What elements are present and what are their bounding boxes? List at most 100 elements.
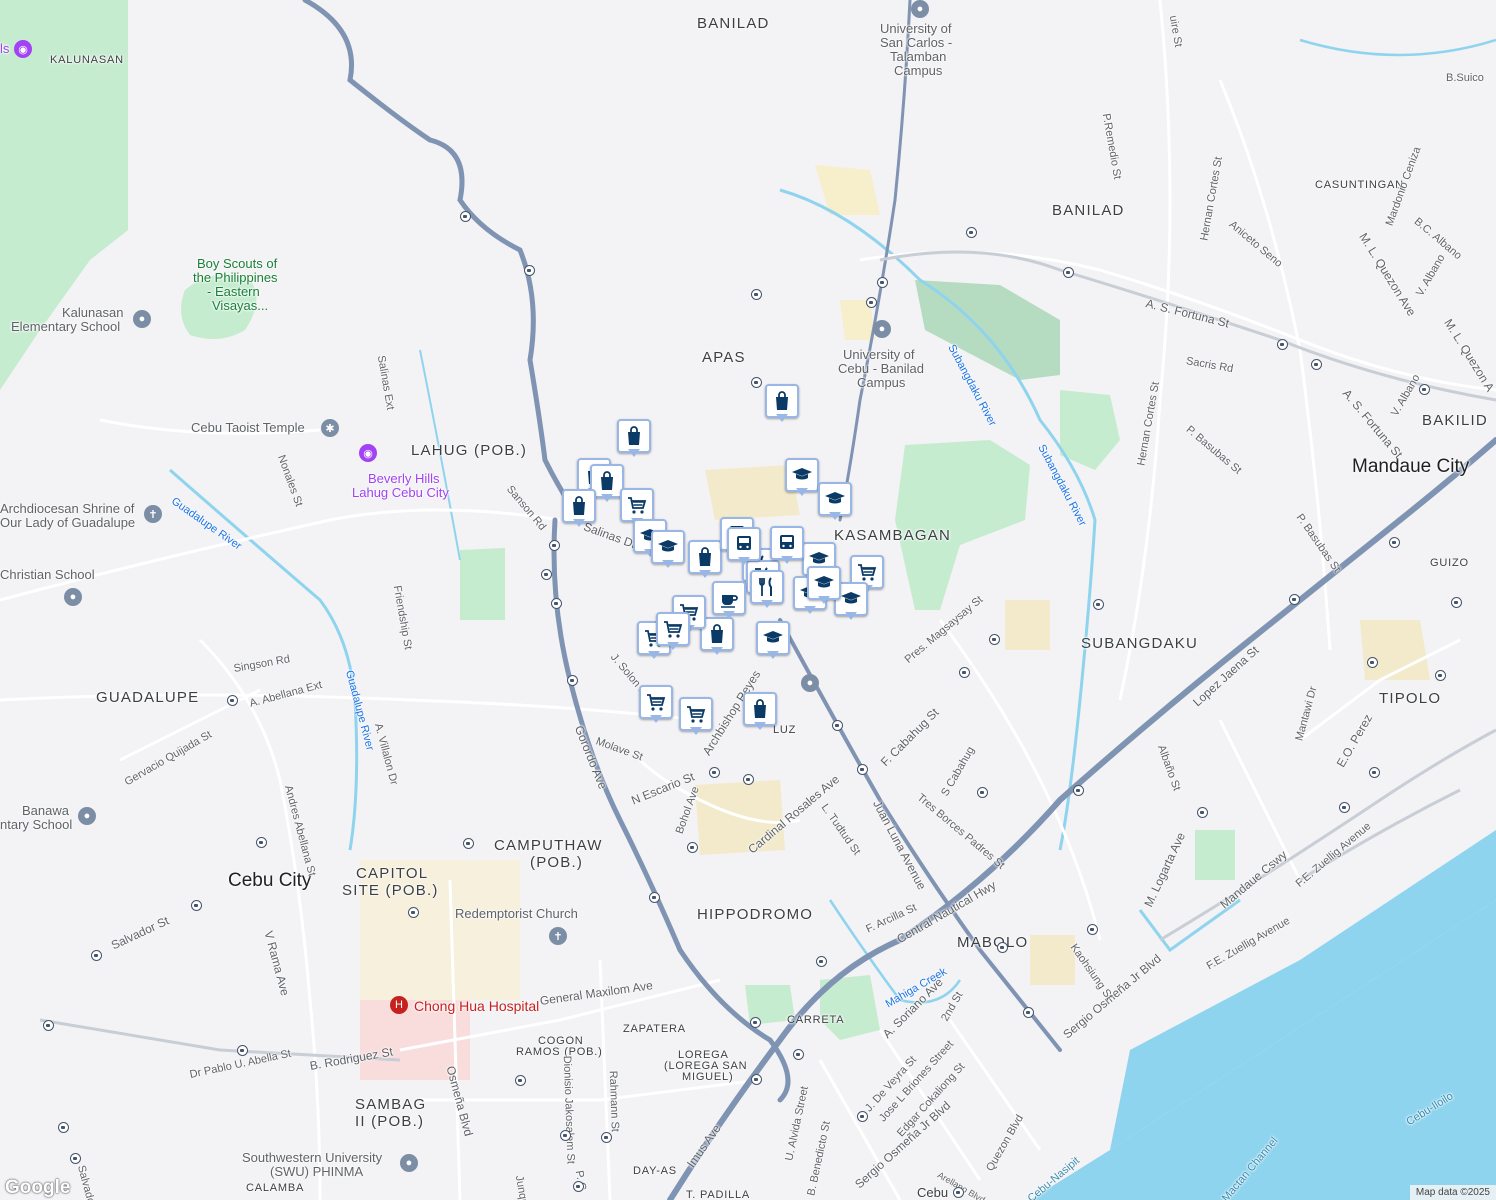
marker-transit[interactable] [770,526,804,566]
marker-school[interactable] [818,482,852,522]
bus-stop-icon[interactable] [408,907,419,918]
marker-shopping[interactable] [562,489,596,529]
poi-label-usc-1[interactable]: University of [880,22,952,36]
bus-stop-icon[interactable] [832,720,843,731]
bus-stop-icon[interactable] [91,950,102,961]
bus-stop-icon[interactable] [649,892,660,903]
bus-stop-icon[interactable] [751,1074,762,1085]
bus-stop-icon[interactable] [997,942,1008,953]
bus-stop-icon[interactable] [1063,267,1074,278]
bus-stop-icon[interactable] [1277,339,1288,350]
bus-stop-icon[interactable] [551,598,562,609]
marker-grocery[interactable] [656,612,690,652]
marker-shopping[interactable] [617,419,651,459]
bus-stop-icon[interactable] [1073,785,1084,796]
bus-stop-icon[interactable] [1339,802,1350,813]
camera-icon[interactable]: ◉ [359,444,377,462]
bus-stop-icon[interactable] [524,265,535,276]
bus-stop-icon[interactable] [460,211,471,222]
bus-stop-icon[interactable] [560,1130,571,1141]
bus-stop-icon[interactable] [959,667,970,678]
bus-stop-icon[interactable] [743,774,754,785]
marker-restaurant[interactable] [750,570,784,610]
bus-stop-icon[interactable] [1093,599,1104,610]
marker-cafe[interactable] [712,581,746,621]
poi-label-shrine-2[interactable]: Our Lady of Guadalupe [0,516,135,530]
poi-label-christian-school[interactable]: Christian School [0,568,95,582]
poi-label-swu-1[interactable]: Southwestern University [242,1151,382,1165]
bus-stop-icon[interactable] [751,377,762,388]
bus-stop-icon[interactable] [866,297,877,308]
bus-stop-icon[interactable] [687,842,698,853]
marker-grocery[interactable] [679,697,713,737]
poi-label-usc-3[interactable]: Talamban [890,50,946,64]
bus-stop-icon[interactable] [709,767,720,778]
marker-shopping[interactable] [743,692,777,732]
bus-stop-icon[interactable] [1369,767,1380,778]
map-attribution[interactable]: Map data ©2025 [1409,1185,1496,1200]
poi-label-boyscouts-1[interactable]: Boy Scouts of [197,257,277,271]
poi-label-uc-1[interactable]: University of [843,348,915,362]
bus-stop-icon[interactable] [977,787,988,798]
marker-shopping[interactable] [765,384,799,424]
bus-stop-icon[interactable] [58,1122,69,1133]
poi-label-swu-2[interactable]: (SWU) PHINMA [270,1165,363,1179]
bus-stop-icon[interactable] [549,540,560,551]
bus-stop-icon[interactable] [463,838,474,849]
marker-grocery[interactable] [639,685,673,725]
school-icon[interactable]: ● [801,674,819,692]
bus-stop-icon[interactable] [237,1045,248,1056]
bus-stop-icon[interactable] [750,1017,761,1028]
poi-label-usc-2[interactable]: San Carlos - [880,36,952,50]
school-icon[interactable]: ● [400,1154,418,1172]
church-icon[interactable]: ✝ [549,927,567,945]
poi-label-kalunasan-es-2[interactable]: Elementary School [11,320,120,334]
bus-stop-icon[interactable] [1023,1007,1034,1018]
bus-stop-icon[interactable] [70,1153,81,1164]
bus-stop-icon[interactable] [953,1187,964,1198]
poi-label-taoist-temple[interactable]: Cebu Taoist Temple [191,421,305,435]
poi-label-ls[interactable]: ls [0,42,9,56]
poi-label-banawa-1[interactable]: Banawa [22,804,69,818]
poi-label-chong-hua[interactable]: Chong Hua Hospital [414,999,539,1014]
poi-label-kalunasan-es-1[interactable]: Kalunasan [62,306,123,320]
bus-stop-icon[interactable] [191,900,202,911]
poi-label-boyscouts-3[interactable]: - Eastern [207,285,260,299]
poi-label-boyscouts-2[interactable]: the Philippines [193,271,278,285]
bus-stop-icon[interactable] [1419,384,1430,395]
bus-stop-icon[interactable] [989,634,1000,645]
marker-school[interactable] [807,566,841,606]
bus-stop-icon[interactable] [541,569,552,580]
poi-label-redemptorist[interactable]: Redemptorist Church [455,907,578,921]
bus-stop-icon[interactable] [515,1075,526,1086]
bus-stop-icon[interactable] [567,675,578,686]
map-canvas[interactable]: BANILAD BANILAD APAS LAHUG (POB.) KASAMB… [0,0,1496,1200]
bus-stop-icon[interactable] [857,764,868,775]
camera-icon[interactable]: ◉ [14,40,32,58]
poi-label-beverly-hills-2[interactable]: Lahug Cebu City [352,486,449,500]
bus-stop-icon[interactable] [43,1020,54,1031]
bus-stop-icon[interactable] [227,695,238,706]
bus-stop-icon[interactable] [857,1111,868,1122]
bus-stop-icon[interactable] [1435,670,1446,681]
bus-stop-icon[interactable] [1367,657,1378,668]
bus-stop-icon[interactable] [877,277,888,288]
bus-stop-icon[interactable] [1197,807,1208,818]
temple-icon[interactable]: ✱ [321,419,339,437]
church-icon[interactable]: ✝ [144,505,162,523]
bus-stop-icon[interactable] [573,1181,584,1192]
bus-stop-icon[interactable] [1389,537,1400,548]
school-icon[interactable]: ● [78,807,96,825]
bus-stop-icon[interactable] [966,227,977,238]
poi-label-shrine-1[interactable]: Archdiocesan Shrine of [0,502,134,516]
marker-school[interactable] [756,621,790,661]
university-icon[interactable]: ● [873,320,891,338]
poi-label-banawa-2[interactable]: ntary School [0,818,72,832]
bus-stop-icon[interactable] [601,1132,612,1143]
marker-school[interactable] [785,458,819,498]
marker-shopping[interactable] [688,540,722,580]
bus-stop-icon[interactable] [1289,594,1300,605]
bus-stop-icon[interactable] [256,837,267,848]
bus-stop-icon[interactable] [751,289,762,300]
poi-label-uc-3[interactable]: Campus [857,376,905,390]
